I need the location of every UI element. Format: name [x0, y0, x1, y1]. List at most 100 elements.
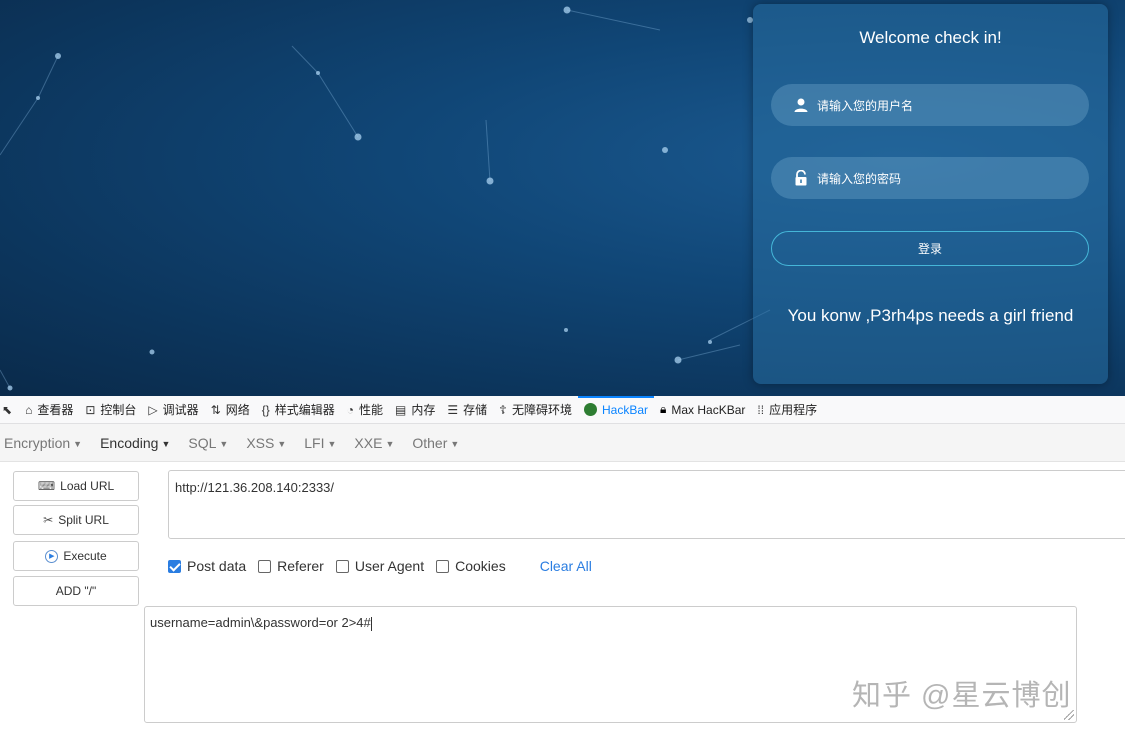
- url-input[interactable]: http://121.36.208.140:2333/: [168, 470, 1125, 539]
- play-icon: ▶: [45, 549, 59, 563]
- chevron-down-icon: ▼: [327, 438, 337, 449]
- login-card: Welcome check in! 请输入您的用户名 请输入您的密码 登录 Yo…: [753, 4, 1108, 384]
- post-data-text: username=admin\&password=or 2>4#: [150, 615, 371, 630]
- performance-icon: ◔: [346, 402, 355, 417]
- tab-label: 无障碍环境: [511, 403, 572, 417]
- tab-label: 查看器: [37, 403, 74, 417]
- button-label: ADD "/": [55, 584, 97, 598]
- username-placeholder: 请输入您的用户名: [817, 98, 914, 113]
- tab-label: 应用程序: [769, 403, 818, 417]
- console-icon: ⊡: [85, 402, 96, 417]
- applications-icon: ⁞⁞: [757, 402, 765, 417]
- tab-inspector[interactable]: ⌂ 查看器: [19, 396, 79, 424]
- inspector-icon: ⌂: [25, 402, 33, 417]
- option-label: Referer: [277, 558, 324, 574]
- button-label: Execute: [63, 549, 107, 563]
- tab-label: 样式编辑器: [274, 403, 335, 417]
- menu-sql[interactable]: SQL ▼: [188, 435, 228, 451]
- tab-style-editor[interactable]: {} 样式编辑器: [256, 396, 341, 424]
- hackbar-menu: Encryption ▼ Encoding ▼ SQL ▼ XSS ▼ LFI ▼ XXE…: [0, 424, 1125, 462]
- tab-label: 网络: [225, 403, 250, 417]
- referer-checkbox[interactable]: [258, 559, 272, 573]
- login-title: Welcome check in!: [859, 28, 1002, 47]
- load-url-button[interactable]: ⌨ Load URL: [13, 471, 139, 501]
- password-field[interactable]: 请输入您的密码: [771, 157, 1089, 199]
- tab-label: 存储: [463, 403, 488, 417]
- hackbar-icon: [583, 403, 597, 416]
- scissors-icon: ✂: [43, 513, 54, 527]
- menu-other[interactable]: Other ▼: [412, 435, 459, 451]
- split-url-button[interactable]: ✂ Split URL: [13, 505, 139, 535]
- tab-console[interactable]: ⊡ 控制台: [79, 396, 142, 424]
- tab-performance[interactable]: ◔ 性能: [341, 396, 389, 424]
- max-hackbar-icon: 🔒︎: [660, 402, 667, 416]
- tab-label: 内存: [411, 403, 436, 417]
- menu-xss[interactable]: XSS ▼: [246, 435, 286, 451]
- devtools-tabbar: ⬉ ⌂ 查看器 ⊡ 控制台 ▷ 调试器 ⇅ 网络 {} 样式编辑器 ◔ 性能 ▤…: [0, 395, 1125, 424]
- accessibility-icon: ☦: [499, 402, 507, 417]
- post-data-option[interactable]: Post data: [168, 558, 246, 574]
- user-agent-option[interactable]: User Agent: [335, 558, 425, 574]
- text-cursor: [370, 616, 372, 631]
- tab-label: 性能: [359, 403, 384, 417]
- tab-label: HackBar: [601, 402, 648, 417]
- watermark: 知乎 @星云博创: [852, 680, 1072, 712]
- tab-hackbar[interactable]: HackBar: [577, 395, 655, 424]
- network-icon: ⇅: [210, 402, 221, 417]
- chevron-down-icon: ▼: [73, 438, 83, 449]
- option-label: Post data: [187, 558, 247, 574]
- menu-label: XSS: [246, 434, 275, 451]
- add-slash-button[interactable]: ADD "/": [13, 576, 139, 606]
- clear-all-link[interactable]: Clear All: [540, 558, 592, 574]
- pick-element-icon: ⬉: [2, 402, 13, 417]
- tab-label: 调试器: [162, 403, 199, 417]
- cookies-checkbox[interactable]: [436, 559, 450, 573]
- button-label: Split URL: [58, 513, 109, 527]
- chevron-down-icon: ▼: [450, 438, 460, 449]
- load-url-icon: ⌨: [37, 479, 56, 493]
- referer-option[interactable]: Referer: [258, 558, 324, 574]
- menu-label: Encryption: [4, 434, 71, 451]
- tab-applications[interactable]: ⁞⁞ 应用程序: [751, 396, 823, 424]
- username-field[interactable]: 请输入您的用户名: [771, 84, 1089, 126]
- menu-encryption[interactable]: Encryption ▼: [4, 435, 82, 451]
- tab-network[interactable]: ⇅ 网络: [205, 396, 256, 424]
- tab-max-hackbar[interactable]: 🔒︎ Max HacKBar: [654, 396, 751, 424]
- menu-label: Encoding: [100, 434, 159, 451]
- login-button[interactable]: 登录: [771, 231, 1089, 266]
- tab-debugger[interactable]: ▷ 调试器: [142, 396, 204, 424]
- request-options: Post data Referer User Agent Cookies Cle…: [168, 556, 592, 576]
- tab-label: Max HacKBar: [671, 402, 746, 417]
- menu-label: LFI: [304, 434, 325, 451]
- lock-icon: [795, 170, 807, 186]
- post-data-checkbox[interactable]: [168, 559, 181, 573]
- option-label: User Agent: [354, 558, 425, 574]
- execute-button[interactable]: ▶ Execute: [13, 541, 139, 571]
- menu-xxe[interactable]: XXE ▼: [354, 435, 394, 451]
- user-icon: [794, 98, 808, 112]
- option-label: Cookies: [455, 558, 506, 574]
- menu-label: Other: [412, 434, 448, 451]
- pick-element-button[interactable]: ⬉: [0, 396, 19, 424]
- tab-memory[interactable]: ▤ 内存: [389, 396, 441, 424]
- menu-lfi[interactable]: LFI ▼: [304, 435, 336, 451]
- button-label: Load URL: [60, 479, 115, 493]
- chevron-down-icon: ▼: [219, 438, 229, 449]
- user-agent-checkbox[interactable]: [335, 559, 349, 573]
- menu-label: XXE: [354, 434, 383, 451]
- menu-encoding[interactable]: Encoding ▼: [100, 435, 170, 451]
- login-message: You konw ,P3rh4ps needs a girl friend: [787, 306, 1074, 325]
- storage-icon: ☰: [447, 402, 459, 417]
- tab-storage[interactable]: ☰ 存储: [441, 396, 493, 424]
- style-editor-icon: {}: [261, 402, 270, 417]
- tab-label: 控制台: [100, 403, 137, 417]
- cookies-option[interactable]: Cookies: [436, 558, 506, 574]
- debugger-icon: ▷: [148, 402, 158, 417]
- web-page-viewport: Welcome check in! 请输入您的用户名 请输入您的密码 登录 Yo…: [0, 0, 1125, 396]
- chevron-down-icon: ▼: [277, 438, 287, 449]
- tab-accessibility[interactable]: ☦ 无障碍环境: [493, 396, 578, 424]
- password-placeholder: 请输入您的密码: [817, 171, 902, 186]
- chevron-down-icon: ▼: [385, 438, 395, 449]
- memory-icon: ▤: [395, 402, 407, 417]
- menu-label: SQL: [188, 434, 217, 451]
